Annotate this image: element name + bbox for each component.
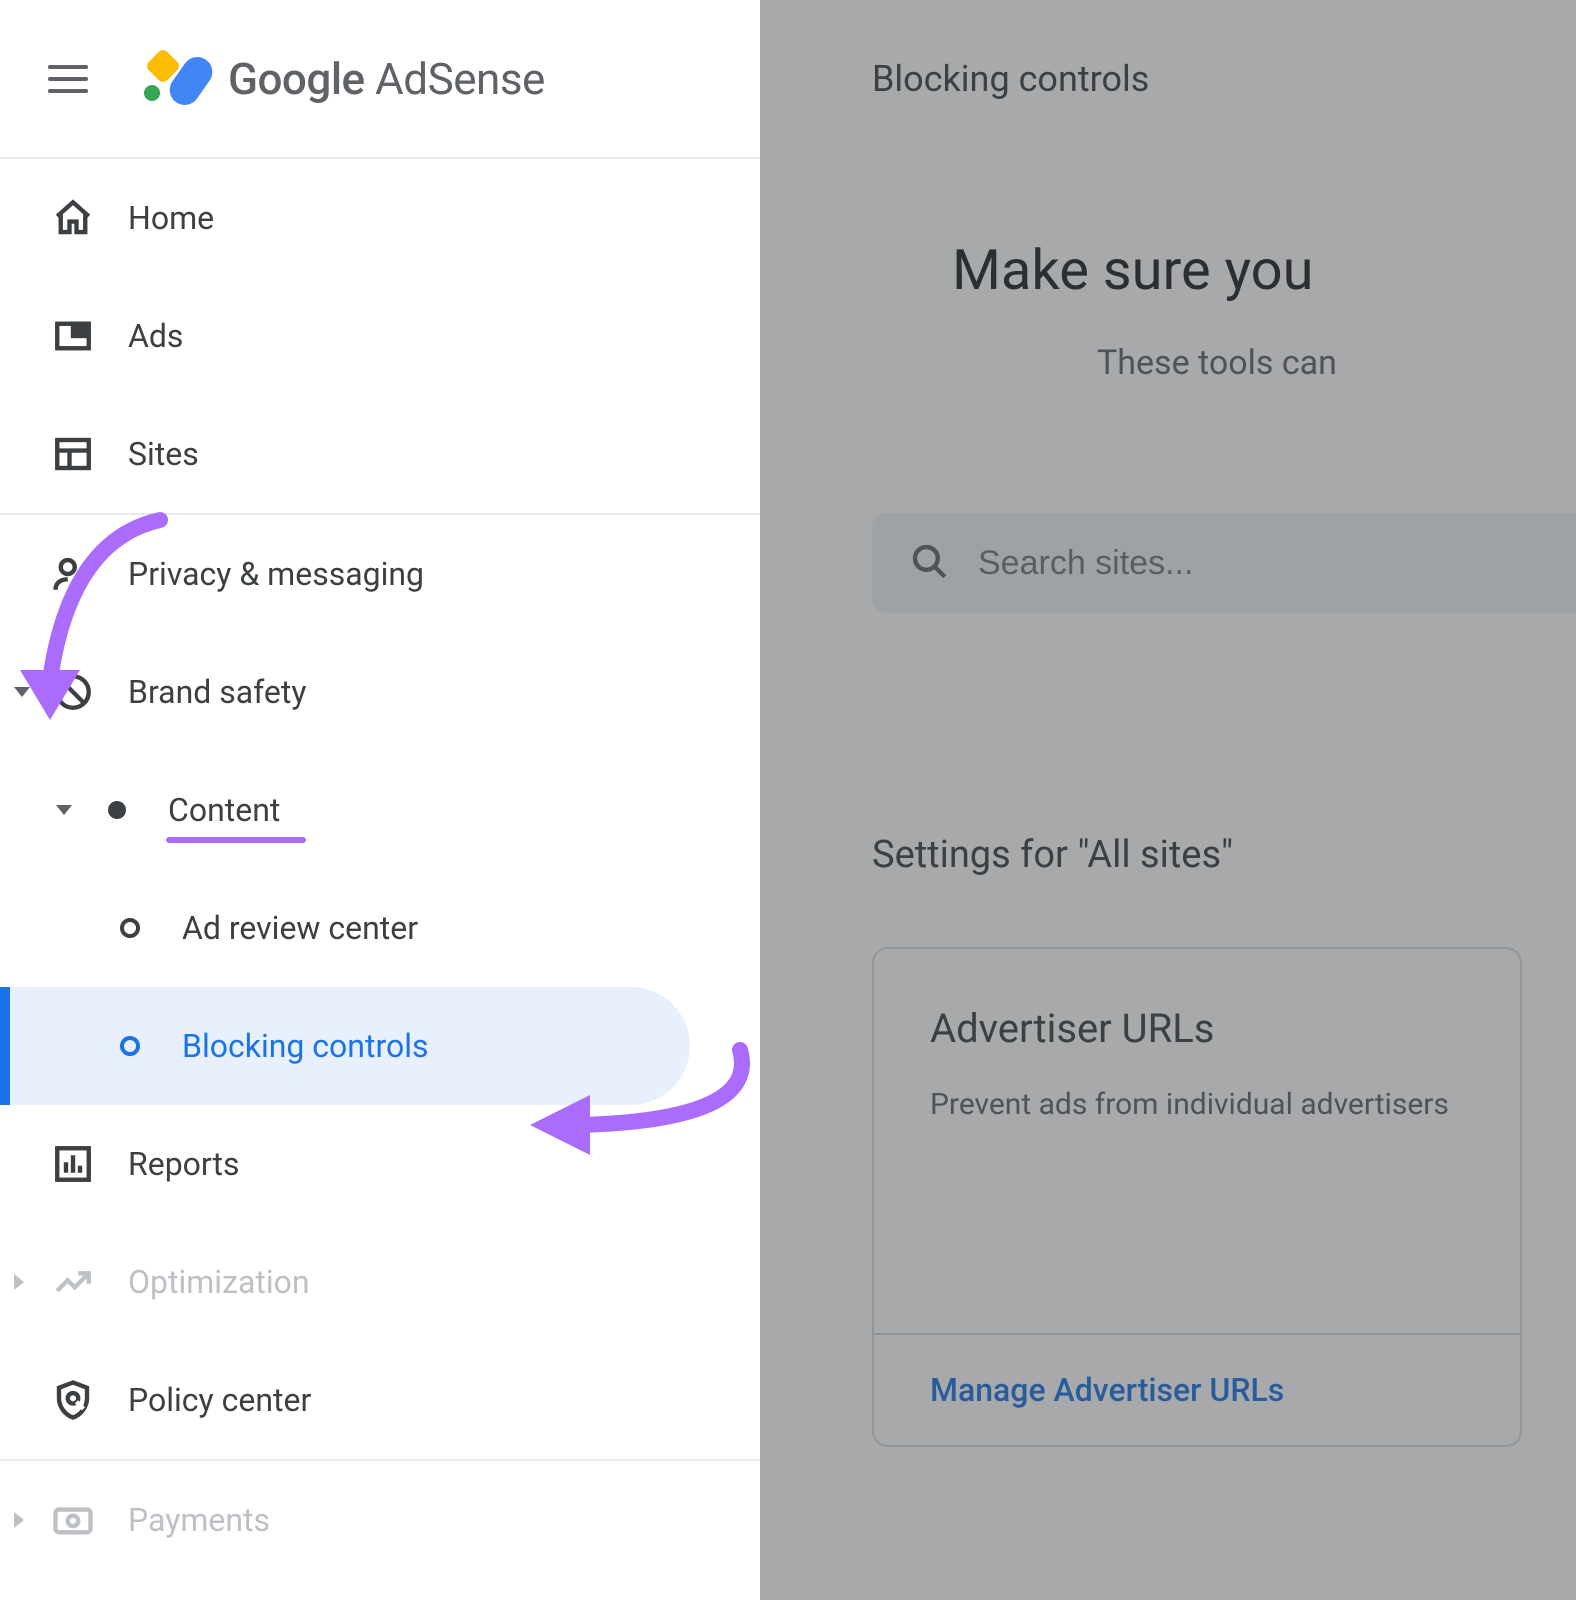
sidebar-item-label: Content: [168, 791, 280, 829]
sidebar-item-blocking-controls[interactable]: Blocking controls: [0, 987, 690, 1105]
sidebar-item-brand-safety[interactable]: Brand safety: [0, 633, 760, 751]
sidebar-item-label: Payments: [128, 1501, 270, 1539]
sidebar-item-label: Reports: [128, 1145, 240, 1183]
dim-overlay: [760, 0, 1576, 1600]
sidebar-item-privacy[interactable]: Privacy & messaging: [0, 515, 760, 633]
caret-down-icon: [56, 805, 72, 815]
sidebar-nav: Home Ads Sites Privacy & messaging Brand…: [0, 159, 760, 1600]
sidebar-item-label: Home: [128, 199, 214, 237]
sidebar-item-label: Optimization: [128, 1263, 310, 1301]
sidebar-item-label: Blocking controls: [182, 1027, 429, 1065]
sidebar-item-sites[interactable]: Sites: [0, 395, 760, 513]
sidebar-item-label: Ads: [128, 317, 183, 355]
reports-icon: [48, 1139, 98, 1189]
privacy-icon: [48, 549, 98, 599]
sidebar-item-policy-center[interactable]: Policy center: [0, 1341, 760, 1459]
sidebar-item-label: Brand safety: [128, 673, 306, 711]
optimization-icon: [48, 1257, 98, 1307]
home-icon: [48, 193, 98, 243]
active-indicator: [0, 987, 10, 1105]
adsense-logo[interactable]: Google AdSense: [140, 51, 545, 107]
sidebar-item-ad-review-center[interactable]: Ad review center: [0, 869, 760, 987]
bullet-ring-icon: [120, 1036, 140, 1056]
adsense-logo-text: Google AdSense: [228, 53, 545, 105]
policy-icon: [48, 1375, 98, 1425]
sidebar-item-label: Sites: [128, 435, 199, 473]
sidebar-item-home[interactable]: Home: [0, 159, 760, 277]
block-icon: [48, 667, 98, 717]
sidebar-item-label: Ad review center: [182, 909, 418, 947]
sidebar-item-optimization[interactable]: Optimization: [0, 1223, 760, 1341]
sites-icon: [48, 429, 98, 479]
hamburger-menu-icon[interactable]: [48, 57, 92, 101]
caret-right-icon: [14, 1274, 24, 1290]
sidebar-item-content[interactable]: Content: [0, 751, 760, 869]
ads-icon: [48, 311, 98, 361]
bullet-icon: [108, 801, 126, 819]
sidebar-item-reports[interactable]: Reports: [0, 1105, 760, 1223]
sidebar-item-payments[interactable]: Payments: [0, 1461, 760, 1579]
sidebar-item-ads[interactable]: Ads: [0, 277, 760, 395]
bullet-ring-icon: [120, 918, 140, 938]
sidebar-item-label: Policy center: [128, 1381, 311, 1419]
payments-icon: [48, 1495, 98, 1545]
app-header: Google AdSense: [0, 0, 760, 157]
caret-right-icon: [14, 1512, 24, 1528]
adsense-logo-mark: [140, 51, 210, 107]
annotation-underline: [166, 837, 306, 843]
caret-down-icon: [14, 687, 30, 697]
sidebar-item-label: Privacy & messaging: [128, 555, 424, 593]
